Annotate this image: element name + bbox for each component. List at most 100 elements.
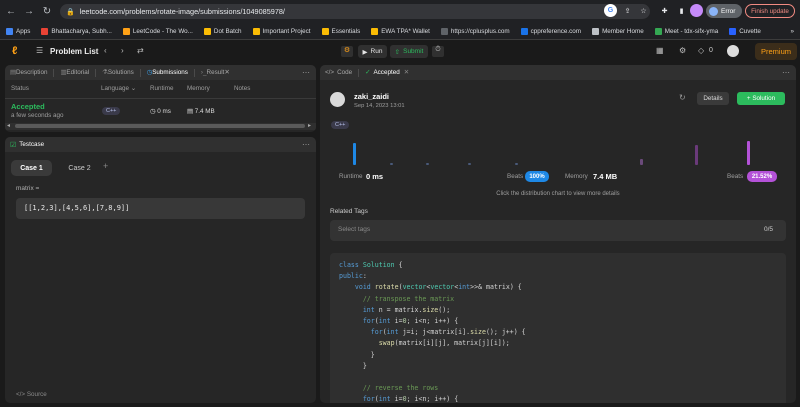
col-language[interactable]: Language ⌄ [101,85,136,92]
prev-problem-icon[interactable]: ‹ [104,46,107,55]
source-link[interactable]: </> Source [16,391,47,398]
tab-submissions[interactable]: ◷ Submissions [147,69,188,76]
testcase-title[interactable]: Testcase [19,141,44,148]
runtime-value-right: 0 ms [366,172,384,181]
submissions-panel: ▤ Description ▥ Editorial ⚗ Solutions ◷ Sub… [5,65,316,132]
tab-accepted[interactable]: ✓ Accepted ✕ [365,69,409,76]
case-2-tab[interactable]: Case 2 [59,160,100,176]
tab-solutions[interactable]: ⚗ Solutions [102,69,134,76]
premium-button[interactable]: Premium [755,43,797,60]
bookmark-icon [321,27,329,35]
tab-editorial[interactable]: ▥ Editorial [60,69,89,76]
runtime-value: 0 ms [157,108,171,115]
testcase-more-icon[interactable]: ⋯ [302,140,310,149]
extensions-icon[interactable]: ✚ [658,4,671,17]
forward-icon[interactable]: → [22,5,36,19]
bookmark-label: https://cplusplus.com [450,27,510,35]
runtime-beats-label: Beats [507,173,524,180]
url-text: leetcode.com/problems/rotate-image/submi… [79,7,285,16]
col-status[interactable]: Status [11,85,29,92]
more-icon[interactable]: ⋯ [302,68,310,77]
tab-separator [358,68,360,77]
reload-icon[interactable]: ↻ [40,5,54,19]
distribution-bar [353,143,356,165]
tab-code[interactable]: </> Code [325,69,352,76]
bookmark-label: Essentials [331,27,361,35]
bookmark-item[interactable]: EWA TPA* Wallet [371,27,430,35]
bookmark-item[interactable]: Bhattacharya, Subh... [41,27,112,35]
tab-separator [139,68,141,77]
matrix-input[interactable]: [[1,2,3],[4,5,6],[7,8,9]] [16,198,305,219]
sidepanel-icon[interactable]: ▮ [675,4,688,17]
close-tab-icon[interactable]: ✕ [404,69,409,76]
shuffle-icon[interactable]: ⇄ [137,46,144,55]
google-icon[interactable]: G [604,4,617,17]
scrollbar-thumb[interactable] [15,124,305,128]
bookmark-item[interactable]: https://cplusplus.com [440,27,510,35]
related-tags-title: Related Tags [330,208,368,215]
divider [5,98,316,99]
profile-avatar[interactable] [690,4,703,17]
submit-button[interactable]: ⇧ Submit [390,45,428,58]
username[interactable]: zaki_zaidi [354,92,389,101]
bookmark-label: Dot Batch [213,27,242,35]
streak-icon[interactable]: ◇ [698,46,704,55]
horizontal-scrollbar[interactable]: ◂ ▸ [5,123,316,130]
user-avatar[interactable] [727,45,739,57]
close-tab-icon[interactable]: ✕ [224,69,229,76]
memory-value: 7.4 MB [194,108,215,115]
more-bookmarks-icon[interactable]: » [790,28,794,35]
layout-icon[interactable]: ▦ [656,46,664,55]
lock-icon: 🔒 [66,8,75,16]
bookmark-item[interactable]: Essentials [321,27,361,35]
details-button[interactable]: Details [697,92,729,105]
bookmark-item[interactable]: Important Project [252,27,311,35]
share-icon[interactable]: ⇪ [621,4,634,17]
debug-icon[interactable]: ⚙ [341,46,353,57]
bookmarks-bar: Apps Bhattacharya, Subh... LeetCode - The … [0,23,800,40]
distribution-chart[interactable] [330,135,786,170]
code-line: for(int j=i; j<matrix[i].size(); j++) { [370,328,526,337]
add-solution-button[interactable]: + Solution [737,92,785,105]
accepted-panel: </> Code ✓ Accepted ✕ ⋯ zaki_zaidi Sep 14, … [320,65,796,403]
scroll-right-icon[interactable]: ▸ [308,122,311,129]
list-icon[interactable]: ☰ [36,46,43,55]
bookmark-icon [729,27,737,35]
code-line: // reverse the rows [339,384,439,393]
distribution-bar [390,163,393,165]
run-button[interactable]: ▶ Run [358,45,387,58]
user-avatar-large[interactable] [330,92,345,107]
leetcode-logo-icon[interactable]: ℓ [12,45,17,57]
bookmark-item[interactable]: Member Home [592,27,644,35]
tab-result[interactable]: ›_ Result ✕ [201,69,230,76]
bookmark-item[interactable]: Dot Batch [203,27,242,35]
next-problem-icon[interactable]: › [121,46,124,55]
select-tags-input[interactable]: Select tags 0/5 [330,220,786,241]
bookmark-item[interactable]: LeetCode - The Wo... [122,27,193,35]
bookmark-star-icon[interactable]: ☆ [637,4,650,17]
tab-label: Description [15,69,48,76]
settings-icon[interactable]: ⚙ [679,46,686,55]
scroll-left-icon[interactable]: ◂ [7,122,10,129]
bookmark-item[interactable]: Apps [6,27,30,35]
error-pill[interactable]: Error [706,4,742,18]
status-accepted[interactable]: Accepted [11,102,45,111]
bookmark-item[interactable]: cppreference.com [520,27,581,35]
right-more-icon[interactable]: ⋯ [782,68,790,77]
back-icon[interactable]: ← [4,5,18,19]
bookmark-item[interactable]: Meet - tdx-sifx-yma [654,27,718,35]
tab-description[interactable]: ▤ Description [10,69,47,76]
finish-update-button[interactable]: Finish update [745,4,795,18]
case-1-tab[interactable]: Case 1 [11,160,52,176]
col-notes: Notes [234,85,251,92]
language-badge-right: C++ [331,121,350,129]
address-bar[interactable]: 🔒 leetcode.com/problems/rotate-image/sub… [60,4,650,19]
problem-list-link[interactable]: Problem List [50,47,98,56]
history-icon[interactable]: ↻ [679,93,686,102]
code-viewer[interactable]: class Solution {public: void rotate(vect… [330,253,786,403]
add-case-icon[interactable]: + [103,161,108,171]
memory-value-right: 7.4 MB [593,172,618,181]
timer-icon[interactable]: ⏱ [432,46,444,57]
bookmark-item[interactable]: Cuvette [729,27,761,35]
bookmark-icon [654,27,662,35]
